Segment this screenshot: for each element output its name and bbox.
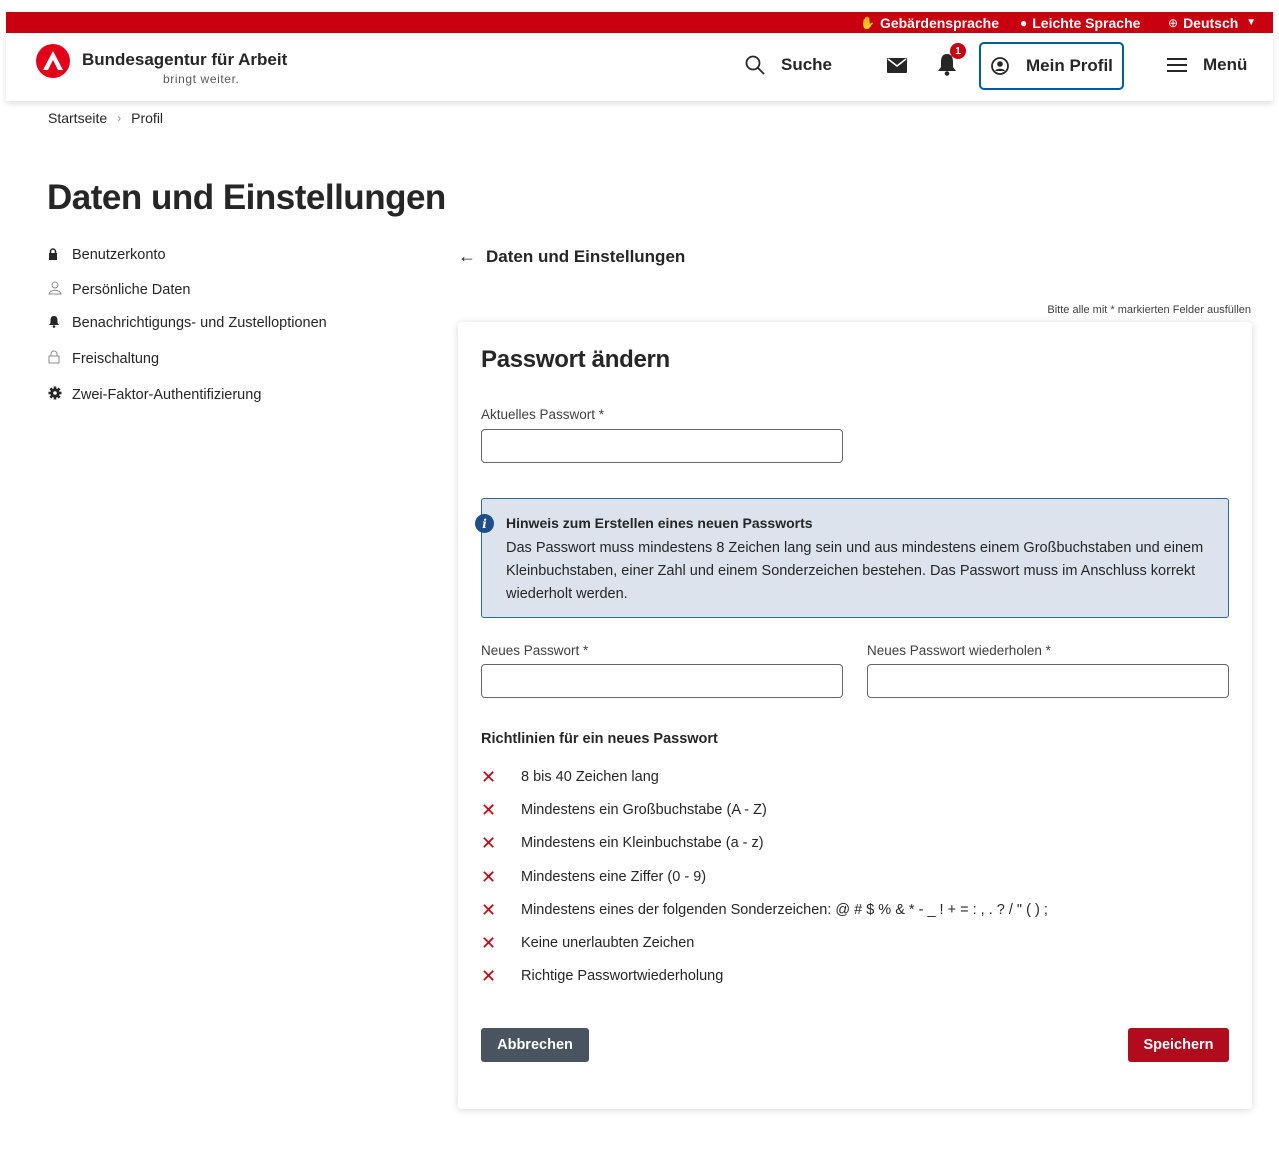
hint-text: Das Passwort muss mindestens 8 Zeichen l… xyxy=(506,540,1204,602)
form-title: Passwort ändern xyxy=(481,346,670,373)
list-item: ✕ Keine unerlaubten Zeichen xyxy=(481,933,695,953)
sign-language-link[interactable]: ✋ Gebärdensprache xyxy=(860,12,999,33)
list-item: ✕ 8 bis 40 Zeichen lang xyxy=(481,767,659,787)
hamburger-icon xyxy=(1167,58,1187,72)
required-fields-note: Bitte alle mit * markierten Felder ausfü… xyxy=(1047,304,1251,316)
cross-icon: ✕ xyxy=(481,867,497,887)
language-selector[interactable]: ⊕ Deutsch ▼ xyxy=(1168,12,1256,33)
sidebar-item-freischaltung[interactable]: Freischaltung xyxy=(48,350,159,367)
current-password-label: Aktuelles Passwort * xyxy=(481,407,605,422)
lock-icon xyxy=(48,247,72,263)
repeat-password-input[interactable] xyxy=(867,664,1229,698)
mail-icon[interactable] xyxy=(887,58,907,73)
menu-button[interactable]: Menü xyxy=(1167,55,1247,75)
notification-badge: 1 xyxy=(950,43,966,59)
hint-title: Hinweis zum Erstellen eines neuen Passwo… xyxy=(506,515,813,531)
sidebar-item-benachrichtigungen[interactable]: Benachrichtigungs- und Zustelloptionen xyxy=(48,315,327,331)
sidebar-item-zwei-faktor[interactable]: Zwei-Faktor-Authentifizierung xyxy=(48,386,261,403)
brand-tagline: bringt weiter. xyxy=(163,72,240,86)
hand-icon: ✋ xyxy=(860,15,875,30)
list-item: ✕ Richtige Passwortwiederholung xyxy=(481,966,724,986)
chevron-down-icon: ▼ xyxy=(1246,17,1257,28)
brand-logo-icon[interactable] xyxy=(36,44,70,78)
arrow-left-icon: ← xyxy=(458,246,476,266)
repeat-password-label: Neues Passwort wiederholen * xyxy=(867,643,1051,658)
easy-language-icon: ● xyxy=(1020,15,1028,30)
save-button[interactable]: Speichern xyxy=(1128,1028,1229,1062)
brand-name[interactable]: Bundesagentur für Arbeit xyxy=(82,50,287,70)
globe-icon: ⊕ xyxy=(1168,15,1179,30)
new-password-input[interactable] xyxy=(481,664,843,698)
cross-icon: ✕ xyxy=(481,833,497,853)
list-item: ✕ Mindestens eines der folgenden Sonderz… xyxy=(481,900,1048,920)
cross-icon: ✕ xyxy=(481,767,497,787)
current-password-input[interactable] xyxy=(481,429,843,463)
list-item: ✕ Mindestens eine Ziffer (0 - 9) xyxy=(481,867,707,887)
search-icon xyxy=(745,55,765,75)
unlock-icon xyxy=(48,350,72,367)
chevron-right-icon: › xyxy=(117,111,122,125)
page-title: Daten und Einstellungen xyxy=(47,178,446,217)
easy-language-link[interactable]: ● Leichte Sprache xyxy=(1020,12,1140,33)
cross-icon: ✕ xyxy=(481,800,497,820)
bell-icon xyxy=(48,315,72,331)
list-item: ✕ Mindestens ein Kleinbuchstabe (a - z) xyxy=(481,833,764,853)
breadcrumb-current: Profil xyxy=(131,110,164,126)
breadcrumb: Startseite › Profil xyxy=(48,110,163,126)
list-item: ✕ Mindestens ein Großbuchstabe (A - Z) xyxy=(481,800,767,820)
info-icon: i xyxy=(475,514,494,533)
back-link[interactable]: ← Daten und Einstellungen xyxy=(458,246,685,267)
search-button[interactable]: Suche xyxy=(745,55,832,75)
profile-button[interactable]: Mein Profil xyxy=(979,42,1124,90)
user-circle-icon xyxy=(991,57,1009,75)
rules-title: Richtlinien für ein neues Passwort xyxy=(481,731,718,747)
breadcrumb-home[interactable]: Startseite xyxy=(48,110,107,126)
cross-icon: ✕ xyxy=(481,966,497,986)
sidebar-item-benutzerkonto[interactable]: Benutzerkonto xyxy=(48,247,166,263)
gear-icon xyxy=(48,386,72,403)
cross-icon: ✕ xyxy=(481,900,497,920)
sidebar-item-persoenliche-daten[interactable]: Persönliche Daten xyxy=(48,281,191,298)
cancel-button[interactable]: Abbrechen xyxy=(481,1028,589,1062)
new-password-label: Neues Passwort * xyxy=(481,643,589,658)
cross-icon: ✕ xyxy=(481,933,497,953)
person-icon xyxy=(48,281,72,298)
